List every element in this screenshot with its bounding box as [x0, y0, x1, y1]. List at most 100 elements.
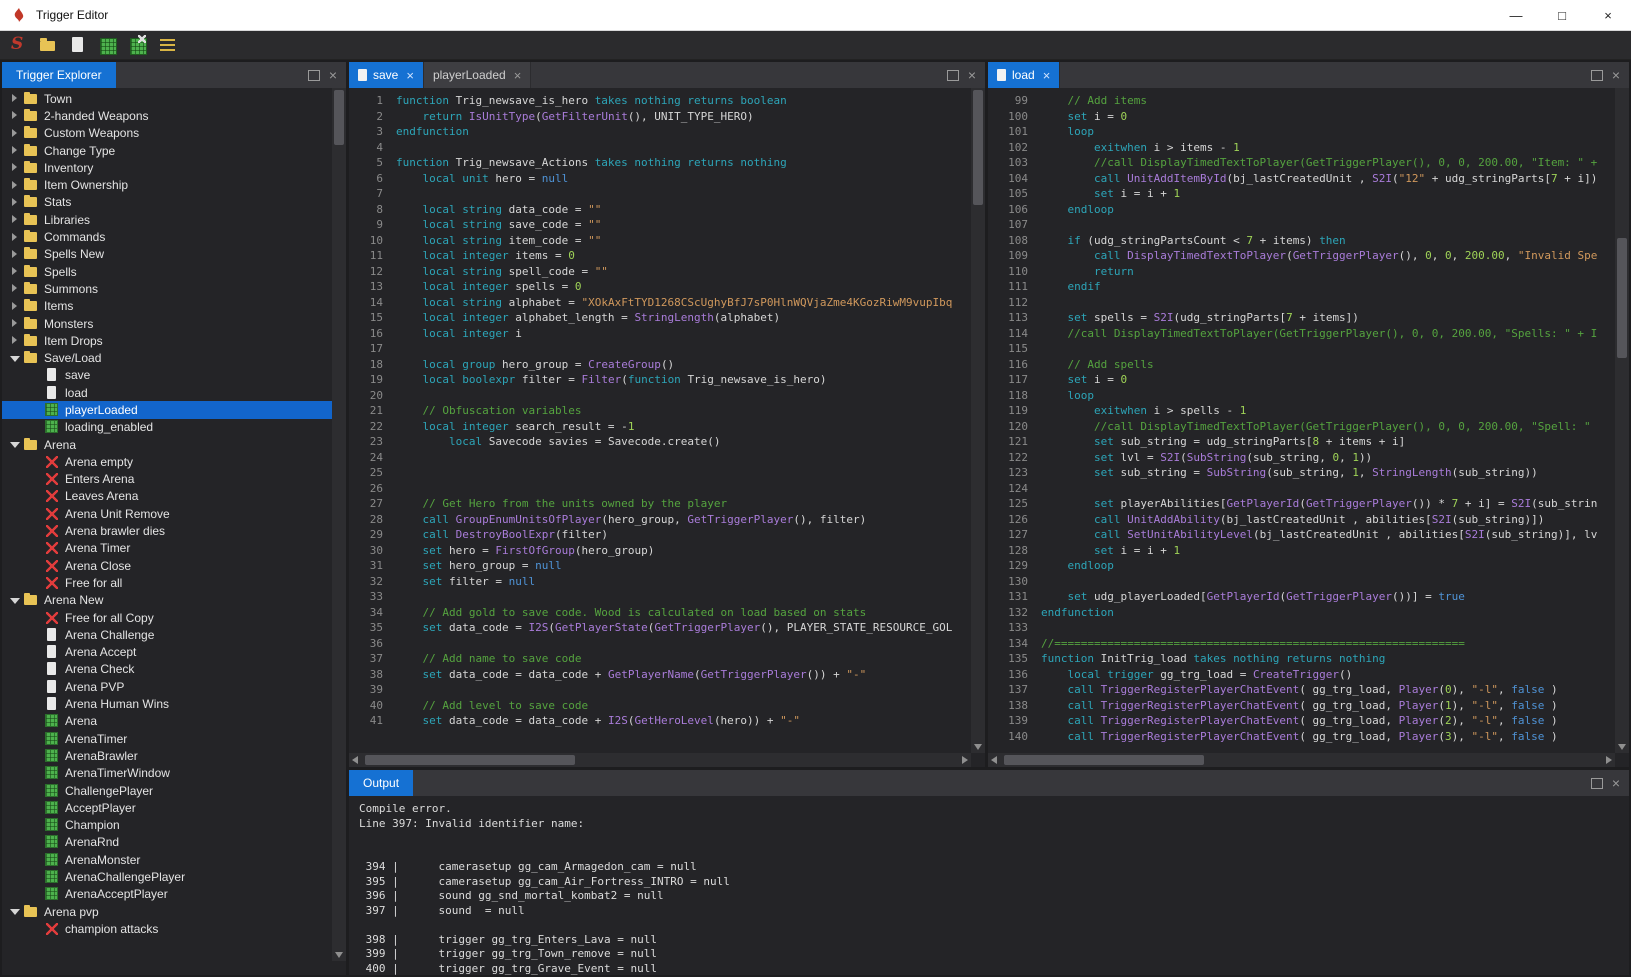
- code-line[interactable]: 18 local group hero_group = CreateGroup(…: [349, 357, 971, 373]
- code-line[interactable]: 17: [349, 341, 971, 357]
- code-line[interactable]: 27 // Get Hero from the units owned by t…: [349, 496, 971, 512]
- tree-item-arena-human-wins[interactable]: Arena Human Wins: [2, 695, 332, 712]
- float-panel-icon[interactable]: [1591, 70, 1603, 81]
- expand-arrow-icon[interactable]: [8, 179, 21, 192]
- editor-tab-save[interactable]: save×: [349, 62, 424, 88]
- tree-item-arena-timer[interactable]: Arena Timer: [2, 540, 332, 557]
- tree-item-arena-accept[interactable]: Arena Accept: [2, 644, 332, 661]
- tree-item-acceptplayer[interactable]: AcceptPlayer: [2, 799, 332, 816]
- tree-item-arena-check[interactable]: Arena Check: [2, 661, 332, 678]
- code-line[interactable]: 41 set data_code = data_code + I2S(GetHe…: [349, 713, 971, 729]
- code-line[interactable]: 38 set data_code = data_code + GetPlayer…: [349, 667, 971, 683]
- code-line[interactable]: 29 call DestroyBoolExpr(filter): [349, 527, 971, 543]
- code-line[interactable]: 6 local unit hero = null: [349, 171, 971, 187]
- tree-item-inventory[interactable]: Inventory: [2, 159, 332, 176]
- code-line[interactable]: 139 call TriggerRegisterPlayerChatEvent(…: [988, 713, 1615, 729]
- collapse-arrow-icon[interactable]: [8, 438, 21, 451]
- horizontal-scrollbar[interactable]: [988, 753, 1615, 767]
- code-line[interactable]: 127 call SetUnitAbilityLevel(bj_lastCrea…: [988, 527, 1615, 543]
- new-gui-trigger-icon[interactable]: [98, 35, 118, 55]
- scrollbar-thumb[interactable]: [973, 90, 983, 205]
- tree-item-loading-enabled[interactable]: loading_enabled: [2, 419, 332, 436]
- code-line[interactable]: 31 set hero_group = null: [349, 558, 971, 574]
- tree-item-arenaacceptplayer[interactable]: ArenaAcceptPlayer: [2, 886, 332, 903]
- tree-item-arena-pvp[interactable]: Arena PVP: [2, 678, 332, 695]
- tree-item-arenatimerwindow[interactable]: ArenaTimerWindow: [2, 765, 332, 782]
- code-line[interactable]: 34 // Add gold to save code. Wood is cal…: [349, 605, 971, 621]
- code-line[interactable]: 123 set sub_string = SubString(sub_strin…: [988, 465, 1615, 481]
- expand-arrow-icon[interactable]: [8, 265, 21, 278]
- close-panel-icon[interactable]: ×: [1612, 776, 1620, 790]
- code-line[interactable]: 35 set data_code = I2S(GetPlayerState(Ge…: [349, 620, 971, 636]
- tree-item-champion[interactable]: Champion: [2, 816, 332, 833]
- code-line[interactable]: 11 local integer items = 0: [349, 248, 971, 264]
- editor-tab-playerloaded[interactable]: playerLoaded×: [424, 62, 531, 88]
- scrollbar-thumb[interactable]: [1004, 755, 1204, 765]
- code-line[interactable]: 3endfunction: [349, 124, 971, 140]
- code-line[interactable]: 124: [988, 481, 1615, 497]
- code-line[interactable]: 103 //call DisplayTimedTextToPlayer(GetT…: [988, 155, 1615, 171]
- code-line[interactable]: 14 local string alphabet = "XOkAxFtTYD12…: [349, 295, 971, 311]
- code-line[interactable]: 25: [349, 465, 971, 481]
- scroll-down-arrow-icon[interactable]: [971, 739, 985, 753]
- code-line[interactable]: 140 call TriggerRegisterPlayerChatEvent(…: [988, 729, 1615, 745]
- code-line[interactable]: 16 local integer i: [349, 326, 971, 342]
- tree-item-item-drops[interactable]: Item Drops: [2, 332, 332, 349]
- code-line[interactable]: 8 local string data_code = "": [349, 202, 971, 218]
- tab-close-icon[interactable]: ×: [406, 68, 414, 83]
- tree-item-stats[interactable]: Stats: [2, 194, 332, 211]
- code-line[interactable]: 2 return IsUnitType(GetFilterUnit(), UNI…: [349, 109, 971, 125]
- scrollbar-thumb[interactable]: [1617, 238, 1627, 358]
- code-line[interactable]: 9 local string save_code = "": [349, 217, 971, 233]
- tree-item-champion-attacks[interactable]: champion attacks: [2, 920, 332, 937]
- expand-arrow-icon[interactable]: [8, 300, 21, 313]
- code-area[interactable]: 99 // Add items100 set i = 0101 loop102 …: [988, 88, 1629, 767]
- code-line[interactable]: 23 local Savecode savies = Savecode.crea…: [349, 434, 971, 450]
- code-line[interactable]: 106 endloop: [988, 202, 1615, 218]
- close-panel-icon[interactable]: ×: [968, 68, 976, 82]
- float-panel-icon[interactable]: [308, 70, 320, 81]
- code-line[interactable]: 107: [988, 217, 1615, 233]
- tab-close-icon[interactable]: ×: [514, 68, 522, 83]
- tree-item-arenabrawler[interactable]: ArenaBrawler: [2, 747, 332, 764]
- expand-arrow-icon[interactable]: [8, 144, 21, 157]
- tree-item-free-for-all[interactable]: Free for all: [2, 574, 332, 591]
- tree-item-arenatimer[interactable]: ArenaTimer: [2, 730, 332, 747]
- scroll-right-arrow-icon[interactable]: [1601, 753, 1615, 767]
- tree-item-item-ownership[interactable]: Item Ownership: [2, 176, 332, 193]
- code-line[interactable]: 108 if (udg_stringPartsCount < 7 + items…: [988, 233, 1615, 249]
- code-line[interactable]: 115: [988, 341, 1615, 357]
- tree-item-spells-new[interactable]: Spells New: [2, 246, 332, 263]
- code-line[interactable]: 120 //call DisplayTimedTextToPlayer(GetT…: [988, 419, 1615, 435]
- code-line[interactable]: 119 exitwhen i > spells - 1: [988, 403, 1615, 419]
- tree-item-change-type[interactable]: Change Type: [2, 142, 332, 159]
- tree-item-arenachallengeplayer[interactable]: ArenaChallengePlayer: [2, 868, 332, 885]
- code-line[interactable]: 30 set hero = FirstOfGroup(hero_group): [349, 543, 971, 559]
- code-line[interactable]: 24: [349, 450, 971, 466]
- code-line[interactable]: 12 local string spell_code = "": [349, 264, 971, 280]
- code-line[interactable]: 121 set sub_string = udg_stringParts[8 +…: [988, 434, 1615, 450]
- expand-arrow-icon[interactable]: [8, 231, 21, 244]
- code-line[interactable]: 136 local trigger gg_trg_load = CreateTr…: [988, 667, 1615, 683]
- tree-item-arena-new[interactable]: Arena New: [2, 592, 332, 609]
- tab-close-icon[interactable]: ×: [1043, 68, 1051, 83]
- collapse-arrow-icon[interactable]: [8, 594, 21, 607]
- code-line[interactable]: 122 set lvl = S2I(SubString(sub_string, …: [988, 450, 1615, 466]
- code-line[interactable]: 117 set i = 0: [988, 372, 1615, 388]
- tree-item-arena-brawler-dies[interactable]: Arena brawler dies: [2, 522, 332, 539]
- output-title-tab[interactable]: Output: [349, 770, 413, 796]
- tree-item-2-handed-weapons[interactable]: 2-handed Weapons: [2, 107, 332, 124]
- code-line[interactable]: 100 set i = 0: [988, 109, 1615, 125]
- minimize-button[interactable]: —: [1493, 0, 1539, 30]
- code-line[interactable]: 101 loop: [988, 124, 1615, 140]
- code-line[interactable]: 132endfunction: [988, 605, 1615, 621]
- code-line[interactable]: 4: [349, 140, 971, 156]
- code-line[interactable]: 131 set udg_playerLoaded[GetPlayerId(Get…: [988, 589, 1615, 605]
- explorer-vertical-scrollbar[interactable]: [332, 88, 346, 961]
- code-line[interactable]: 15 local integer alphabet_length = Strin…: [349, 310, 971, 326]
- float-panel-icon[interactable]: [1591, 778, 1603, 789]
- scrollbar-thumb[interactable]: [334, 90, 344, 145]
- tree-item-challengeplayer[interactable]: ChallengePlayer: [2, 782, 332, 799]
- code-line[interactable]: 105 set i = i + 1: [988, 186, 1615, 202]
- code-line[interactable]: 114 //call DisplayTimedTextToPlayer(GetT…: [988, 326, 1615, 342]
